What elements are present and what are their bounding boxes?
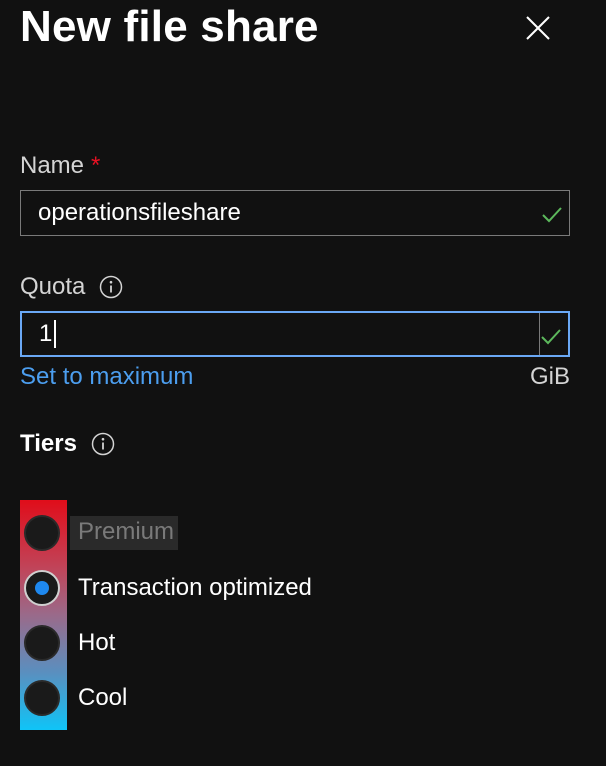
tier-option-transaction-optimized[interactable]: Transaction optimized <box>24 568 312 608</box>
close-button[interactable] <box>518 8 558 48</box>
set-to-maximum-link[interactable]: Set to maximum <box>20 363 193 391</box>
tiers-heading: Tiers <box>20 430 115 458</box>
name-label-text: Name <box>20 152 85 179</box>
tiers-heading-text: Tiers <box>20 430 77 457</box>
name-input[interactable]: operationsfileshare <box>20 190 570 236</box>
tier-radio-premium[interactable] <box>24 515 60 551</box>
quota-input-value: 1 <box>39 320 568 349</box>
panel-title: New file share <box>20 2 319 51</box>
close-icon <box>526 16 550 40</box>
quota-value-text: 1 <box>39 319 53 347</box>
check-icon <box>541 329 561 345</box>
name-input-value: operationsfileshare <box>38 199 241 226</box>
info-icon[interactable] <box>99 275 123 299</box>
quota-label: Quota <box>20 273 123 301</box>
tier-radio-hot[interactable] <box>24 625 60 661</box>
tier-label-cool: Cool <box>78 684 128 711</box>
required-marker: * <box>91 152 101 179</box>
tier-option-hot[interactable]: Hot <box>24 623 115 663</box>
name-label: Name * <box>20 152 100 180</box>
radio-selected-dot <box>35 581 49 595</box>
text-caret <box>54 320 57 349</box>
quota-label-text: Quota <box>20 273 86 300</box>
tier-radio-transaction-optimized[interactable] <box>24 570 60 606</box>
tier-option-cool[interactable]: Cool <box>24 678 127 718</box>
tier-label-premium: Premium <box>70 516 179 550</box>
check-icon <box>542 207 562 223</box>
info-icon[interactable] <box>91 432 115 456</box>
quota-input[interactable]: 1 <box>20 311 570 357</box>
tier-option-premium[interactable]: Premium <box>24 513 179 553</box>
quota-unit: GiB <box>529 363 570 390</box>
tier-label-hot: Hot <box>78 629 116 656</box>
tier-radio-cool[interactable] <box>24 680 60 716</box>
tier-label-transaction-optimized: Transaction optimized <box>78 574 312 601</box>
new-file-share-panel: New file share Name * operationsfileshar… <box>0 0 606 766</box>
